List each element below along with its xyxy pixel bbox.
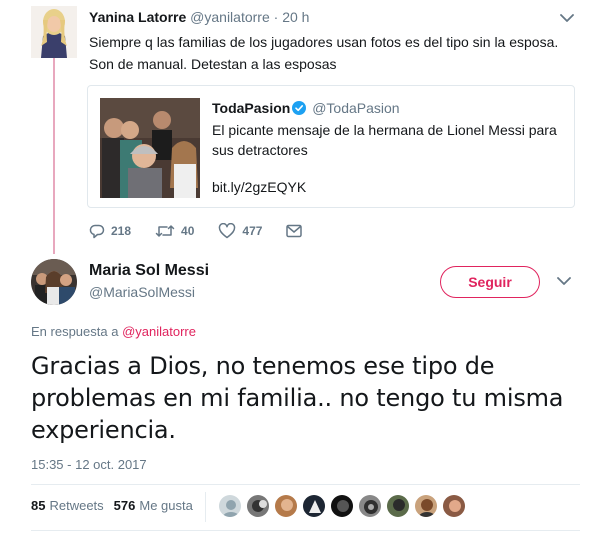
retweets-stat[interactable]: 85 Retweets [31,498,104,513]
main-author-handle[interactable]: @MariaSolMessi [89,283,195,301]
parent-tweet-text: Siempre q las familias de los jugadores … [89,34,559,72]
parent-tweet-time[interactable]: 20 h [282,9,309,25]
likes-stat[interactable]: 576 Me gusta [114,498,193,513]
retweet-icon [155,225,175,237]
quoted-author-name: TodaPasion [212,100,291,116]
likes-stat-label: Me gusta [139,498,193,513]
liker-avatar[interactable] [330,494,354,518]
quoted-tweet-header: TodaPasion @TodaPasion [212,99,564,117]
reply-context-prefix: En respuesta a [31,324,119,339]
liker-avatar[interactable] [274,494,298,518]
retweet-action[interactable]: 40 [155,223,194,239]
liker-avatar[interactable] [218,494,242,518]
liker-avatar[interactable] [386,494,410,518]
quoted-author-handle: @TodaPasion [312,100,400,116]
liker-avatar[interactable] [302,494,326,518]
liker-avatar[interactable] [414,494,438,518]
chevron-down-icon[interactable] [560,13,574,23]
retweets-stat-count: 85 [31,498,46,513]
quoted-tweet-link[interactable]: bit.ly/2gzEQYK [212,179,564,195]
separator-dot: · [273,9,279,25]
stats-top-divider [31,484,580,485]
parent-tweet: Yanina Latorre @yanilatorre · 20 h Siemp… [89,7,589,75]
parent-tweet-header: Yanina Latorre @yanilatorre · 20 h [89,7,589,27]
reply-count: 218 [111,224,132,238]
retweet-count: 40 [181,224,195,238]
reply-action[interactable]: 218 [89,223,131,239]
like-count: 477 [242,224,263,238]
parent-avatar[interactable] [31,6,77,58]
parent-author-name[interactable]: Yanina Latorre [89,9,186,25]
liker-avatar[interactable] [246,494,270,518]
verified-icon [292,101,307,115]
main-author-name[interactable]: Maria Sol Messi [89,261,209,281]
parent-action-bar: 218 40 477 [89,221,332,241]
quoted-tweet-text: El picante mensaje de la hermana de Lion… [212,122,557,158]
likes-stat-count: 576 [113,498,136,513]
liker-avatar[interactable] [442,494,466,518]
like-icon [219,223,236,239]
parent-author-handle[interactable]: @yanilatorre [190,9,270,25]
quoted-tweet-card[interactable]: TodaPasion @TodaPasion El picante mensaj… [87,85,575,208]
stats-bottom-divider [31,530,580,531]
reply-icon [89,224,105,239]
liker-avatar[interactable] [358,494,382,518]
direct-message-action[interactable] [286,224,308,238]
like-action[interactable]: 477 [218,223,262,239]
retweets-stat-label: Retweets [49,498,104,513]
main-tweet-text: Gracias a Dios, no tenemos ese tipo de p… [31,352,564,444]
main-author-avatar[interactable] [31,259,77,305]
reply-context: En respuesta a @yanilatorre [31,324,196,339]
quoted-tweet-body: TodaPasion @TodaPasion El picante mensaj… [212,99,564,195]
stats-separator [205,492,206,522]
message-icon [286,224,303,238]
quoted-tweet-photo [100,98,200,198]
chevron-down-icon[interactable] [557,276,571,286]
main-tweet-timestamp[interactable]: 15:35 - 12 oct. 2017 [31,457,147,472]
reply-context-mention[interactable]: @yanilatorre [122,324,196,339]
follow-button[interactable]: Seguir [440,266,540,298]
thread-connector-line [53,58,55,254]
engagement-stats: 85 Retweets 576 Me gusta [31,498,203,513]
